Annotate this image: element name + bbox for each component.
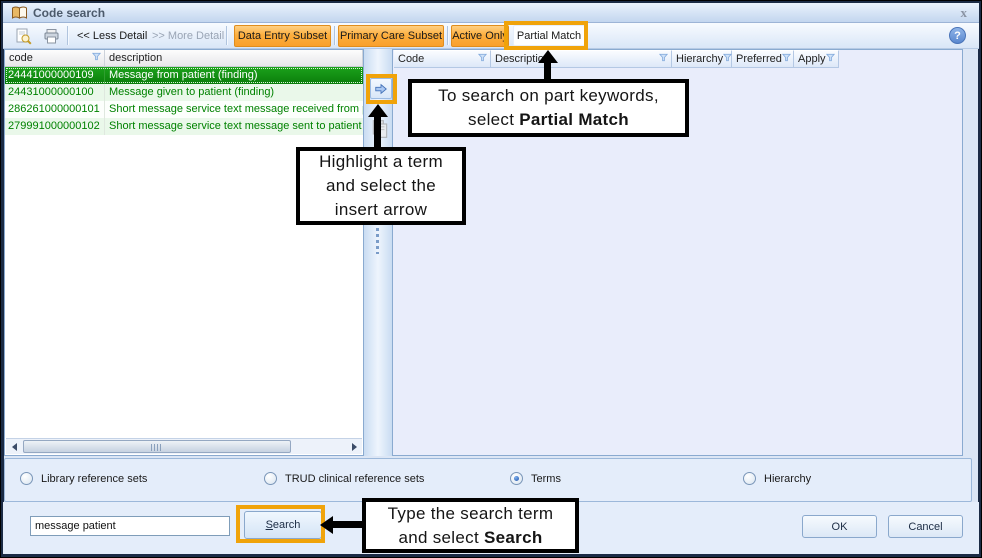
insert-arrow-icon: [374, 82, 388, 96]
callout-arrow-line: [331, 521, 362, 528]
table-row[interactable]: 24441000000109 Message from patient (fin…: [5, 67, 363, 84]
callout-arrow-line: [544, 61, 551, 80]
toolbar-separator: [334, 26, 335, 45]
cancel-button[interactable]: Cancel: [888, 515, 963, 538]
radio-trud-clinical-reference-sets[interactable]: TRUD clinical reference sets: [264, 472, 424, 485]
radio-icon[interactable]: [264, 472, 277, 485]
selected-header-row: Code Description Hierarchy Preferred: [394, 50, 839, 68]
toolbar-separator: [67, 26, 68, 45]
more-detail-button: >> More Detail: [148, 25, 228, 46]
active-only-button[interactable]: Active Only: [451, 25, 509, 47]
column-header-description[interactable]: Description: [491, 50, 672, 68]
print-button[interactable]: [42, 27, 60, 45]
radio-terms[interactable]: Terms: [510, 472, 561, 485]
filter-icon[interactable]: [478, 53, 487, 65]
toolbar-separator: [447, 26, 448, 45]
table-row[interactable]: 286261000000101 Short message service te…: [5, 101, 363, 118]
close-button[interactable]: x: [961, 5, 968, 21]
radio-icon[interactable]: [20, 472, 33, 485]
callout-search: Type the search term and select Search: [362, 498, 579, 553]
column-header-code[interactable]: Code: [394, 50, 491, 68]
results-header-row: code description: [5, 50, 363, 67]
scrollbar-thumb[interactable]: [23, 440, 291, 453]
column-header-hierarchy[interactable]: Hierarchy: [672, 50, 732, 68]
results-rows: 24441000000109 Message from patient (fin…: [5, 67, 363, 135]
primary-care-subset-button[interactable]: Primary Care Subset: [338, 25, 444, 47]
column-header-apply[interactable]: Apply: [794, 50, 839, 68]
ok-button[interactable]: OK: [802, 515, 877, 538]
filter-icon[interactable]: [723, 53, 732, 65]
filter-icon[interactable]: [659, 53, 668, 65]
splitter-grip[interactable]: [376, 228, 379, 254]
callout-arrow-line: [374, 115, 381, 148]
print-preview-button[interactable]: [14, 27, 32, 45]
scroll-right-arrow[interactable]: [346, 439, 362, 454]
column-header-description[interactable]: description: [105, 50, 363, 66]
scroll-left-arrow[interactable]: [6, 439, 22, 454]
reference-set-options: Library reference sets TRUD clinical ref…: [4, 458, 972, 502]
table-row[interactable]: 279991000000102 Short message service te…: [5, 118, 363, 135]
horizontal-scrollbar[interactable]: [6, 438, 362, 454]
filter-icon[interactable]: [782, 53, 791, 65]
insert-arrow-button[interactable]: [370, 78, 392, 99]
title-bar: Code search x: [3, 3, 979, 23]
column-header-code[interactable]: code: [5, 50, 105, 66]
filter-icon[interactable]: [826, 53, 835, 65]
radio-hierarchy[interactable]: Hierarchy: [743, 472, 811, 485]
toolbar-separator: [226, 26, 227, 45]
data-entry-subset-button[interactable]: Data Entry Subset: [234, 25, 331, 47]
toolbar: << Less Detail >> More Detail Data Entry…: [3, 23, 979, 49]
code-search-dialog: Code search x << Less Detail >> More Det…: [0, 0, 982, 558]
filter-icon[interactable]: [92, 52, 101, 64]
callout-partial-match: To search on part keywords, select Parti…: [408, 79, 689, 137]
table-row[interactable]: 24431000000100 Message given to patient …: [5, 84, 363, 101]
help-icon[interactable]: ?: [949, 27, 966, 44]
callout-insert-arrow: Highlight a term and select the insert a…: [296, 147, 466, 225]
search-button[interactable]: Search: [244, 511, 322, 539]
radio-selected-icon[interactable]: [510, 472, 523, 485]
column-header-preferred[interactable]: Preferred: [732, 50, 794, 68]
search-input[interactable]: [30, 516, 230, 536]
window-title: Code search: [33, 6, 105, 20]
book-icon: [11, 5, 28, 24]
less-detail-button[interactable]: << Less Detail: [73, 25, 151, 46]
radio-library-reference-sets[interactable]: Library reference sets: [20, 472, 147, 485]
radio-icon[interactable]: [743, 472, 756, 485]
partial-match-button[interactable]: Partial Match: [513, 25, 585, 46]
search-results-panel: code description 24441000000109 Message …: [4, 49, 364, 456]
